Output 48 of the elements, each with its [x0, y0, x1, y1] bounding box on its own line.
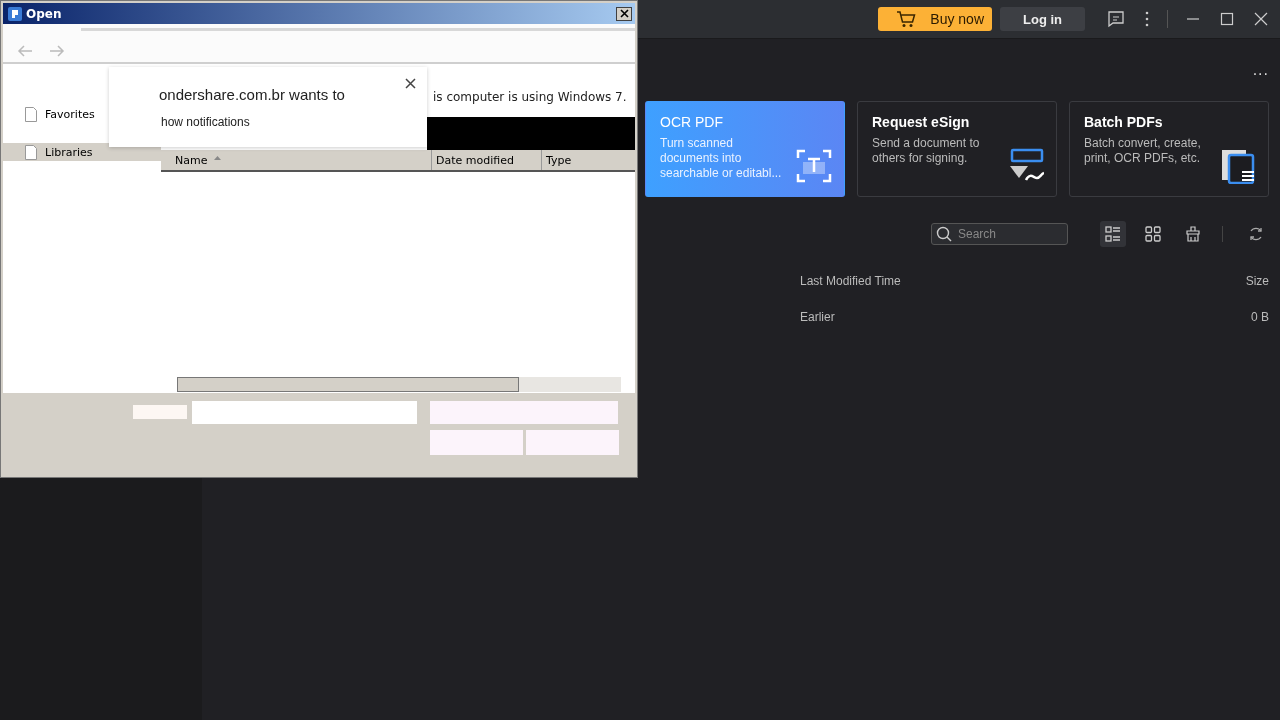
text-scan-icon	[796, 148, 832, 184]
login-button[interactable]: Log in	[1000, 7, 1085, 31]
grid-view-icon	[1145, 226, 1161, 242]
list-view-icon	[1105, 226, 1121, 242]
search-field[interactable]: Search	[931, 223, 1068, 245]
card-description: Send a document to others for signing.	[872, 136, 981, 166]
group-label: Earlier	[800, 310, 835, 324]
tool-card[interactable]: Batch PDFs Batch convert, create, print, OCR PDFs, etc.	[1069, 101, 1269, 197]
column-header[interactable]: Type	[542, 150, 635, 170]
column-header[interactable]: Size	[1245, 274, 1269, 288]
dialog-title: Open	[26, 6, 63, 21]
blank-panel	[133, 405, 187, 419]
card-description: Turn scanned documents into searchable or editabl...	[660, 136, 783, 181]
notification-option[interactable]: how notifications	[161, 115, 427, 129]
broom-icon	[1185, 226, 1201, 242]
column-header[interactable]: Date modified	[432, 150, 542, 170]
card-title: OCR PDF	[660, 114, 724, 130]
input-field[interactable]	[192, 401, 417, 424]
refresh-icon	[1248, 226, 1264, 242]
nav-item[interactable]: Favorites	[3, 105, 161, 123]
scrollbar[interactable]	[177, 377, 621, 392]
card-title: Request eSign	[872, 114, 971, 130]
cart-icon	[896, 10, 917, 28]
search-icon	[936, 226, 952, 242]
notification-message: ondershare.com.br wants to	[159, 86, 346, 103]
kebab-menu-icon[interactable]	[1145, 11, 1149, 27]
view-toggle-button[interactable]	[1100, 221, 1126, 247]
table-cell: 0 B	[1251, 310, 1269, 324]
nav-item[interactable]: Libraries	[3, 143, 161, 161]
page-icon	[25, 106, 37, 122]
documents-icon	[1220, 148, 1256, 184]
close-icon[interactable]	[405, 78, 416, 89]
card-description: Batch convert, create, print, OCR PDFs, etc.	[1084, 136, 1202, 166]
more-options-button[interactable]: ...	[1252, 61, 1269, 79]
tool-card[interactable]: Request eSign Send a document to others for signing.	[857, 101, 1057, 197]
page-icon	[25, 144, 37, 160]
maximize-icon[interactable]	[1220, 12, 1234, 26]
input-field[interactable]	[430, 401, 618, 424]
page-text: is computer is using Windows 7.	[433, 90, 627, 104]
column-header[interactable]: Last Modified Time	[800, 274, 901, 288]
buy-now-button[interactable]: Buy now	[878, 7, 992, 31]
column-header[interactable]: Name	[161, 150, 432, 170]
feedback-icon[interactable]	[1107, 10, 1125, 28]
close-button[interactable]	[616, 6, 632, 21]
scroll-thumb[interactable]	[177, 377, 519, 392]
app-icon	[8, 6, 22, 21]
close-icon	[619, 9, 629, 18]
card-title: Batch PDFs	[1084, 114, 1164, 130]
